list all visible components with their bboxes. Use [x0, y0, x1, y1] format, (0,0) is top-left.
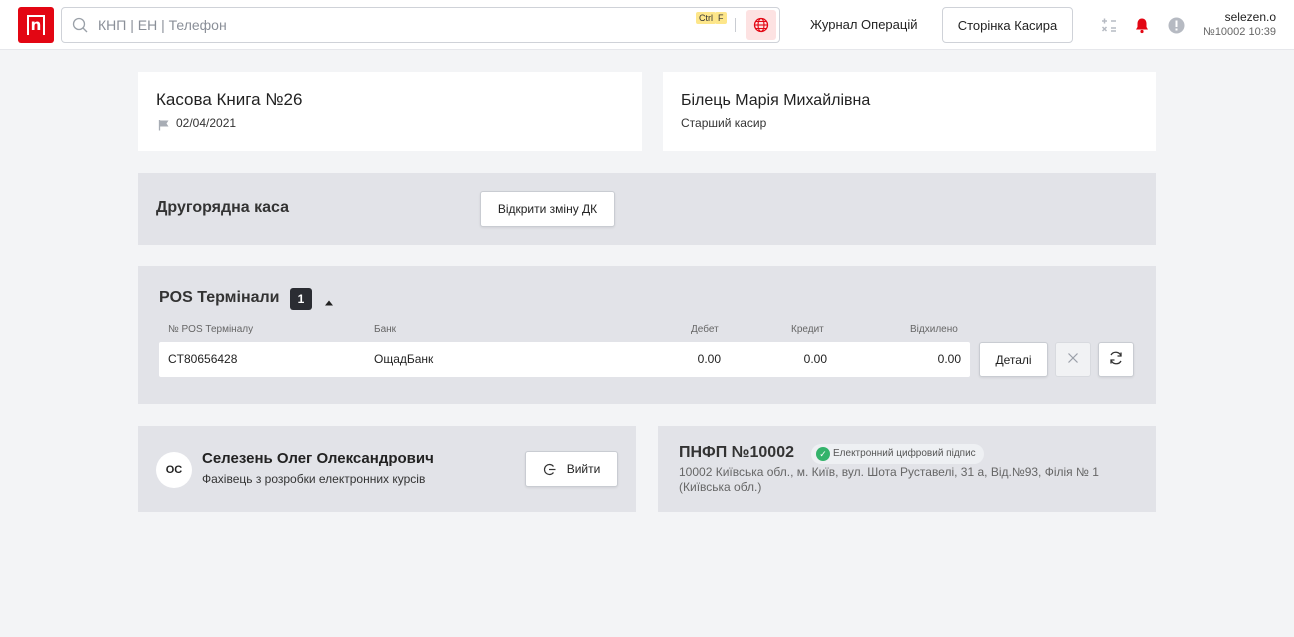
employee-position: Фахівець з розробки електронних курсів [202, 472, 426, 486]
search-divider [735, 18, 736, 32]
check-icon: ✓ [816, 447, 830, 461]
pos-title: POS Термінали [159, 289, 280, 306]
debit-value: 0.00 [697, 352, 721, 366]
branch-address-line2: (Київська обл.) [679, 480, 762, 494]
branch-address-line1: 10002 Київська обл., м. Київ, вул. Шота … [679, 465, 1099, 479]
col-debit-header: Дебет [691, 324, 719, 335]
cashier-role: Старший касир [681, 116, 767, 130]
shortcut-f-badge: F [715, 12, 727, 24]
cashier-page-button[interactable]: Сторінка Касира [942, 7, 1073, 43]
cash-book-title: Касова Книга №26 [156, 90, 303, 109]
close-icon [1067, 353, 1079, 367]
logo-letter: n [27, 15, 45, 35]
globe-search-icon[interactable] [746, 10, 776, 40]
user-branch-time: №10002 10:39 [1203, 26, 1276, 38]
col-credit-header: Кредит [791, 324, 824, 335]
avatar: ОС [156, 452, 192, 488]
bell-icon[interactable] [1132, 15, 1152, 35]
credit-value: 0.00 [803, 352, 827, 366]
cash-book-card: Касова Книга №26 02/04/2021 [138, 72, 642, 151]
col-terminal-header: № POS Терміналу [168, 324, 254, 335]
collapse-caret-icon[interactable] [324, 294, 334, 312]
search-input[interactable] [98, 8, 678, 42]
alert-icon[interactable] [1166, 15, 1186, 35]
details-button[interactable]: Деталі [979, 342, 1048, 377]
employee-panel: ОС Селезень Олег Олександрович Фахівець … [138, 426, 636, 512]
signature-label: Електронний цифровий підпис [833, 448, 976, 459]
cash-book-date: 02/04/2021 [176, 116, 237, 130]
calculator-icon[interactable] [1099, 15, 1119, 35]
pos-count-badge: 1 [290, 288, 312, 310]
shortcut-ctrl-badge: Ctrl [696, 12, 716, 24]
logout-button[interactable]: Вийти [525, 451, 618, 487]
terminal-number: CT80656428 [168, 352, 238, 366]
bank-name: ОщадБанк [374, 352, 434, 366]
secondary-cash-title: Другорядна каса [156, 199, 290, 216]
search-icon [72, 17, 88, 38]
operations-journal-link[interactable]: Журнал Операцій [800, 7, 928, 43]
refresh-icon [1108, 351, 1124, 369]
flag-icon [158, 118, 170, 136]
search-box[interactable]: Ctrl F [61, 7, 780, 43]
signature-badge: ✓ Електронний цифровий підпис [811, 444, 984, 464]
rejected-value: 0.00 [937, 352, 961, 366]
pos-terminals-panel: POS Термінали 1 № POS Терміналу Банк Деб… [138, 266, 1156, 404]
top-bar: n Ctrl F Журнал Операцій Сторінка Касира… [0, 0, 1294, 50]
logout-label: Вийти [566, 462, 601, 476]
secondary-cash-panel: Другорядна каса Відкрити зміну ДК [138, 173, 1156, 245]
col-bank-header: Банк [374, 324, 397, 335]
cashier-name: Білець Марія Михайлівна [681, 92, 871, 109]
open-shift-button[interactable]: Відкрити зміну ДК [480, 191, 615, 227]
col-rejected-header: Відхилено [910, 324, 958, 335]
logout-icon [543, 463, 556, 479]
app-logo[interactable]: n [18, 7, 54, 43]
employee-name: Селезень Олег Олександрович [202, 450, 434, 467]
close-terminal-button[interactable] [1055, 342, 1091, 377]
refresh-terminal-button[interactable] [1098, 342, 1134, 377]
table-row[interactable]: CT80656428 ОщадБанк 0.00 0.00 0.00 [159, 342, 970, 377]
user-login[interactable]: selezen.o [1225, 10, 1276, 24]
branch-panel: ПНФП №10002 ✓ Електронний цифровий підпи… [658, 426, 1156, 512]
branch-title: ПНФП №10002 [679, 444, 794, 461]
cashier-card: Білець Марія Михайлівна Старший касир [663, 72, 1156, 151]
